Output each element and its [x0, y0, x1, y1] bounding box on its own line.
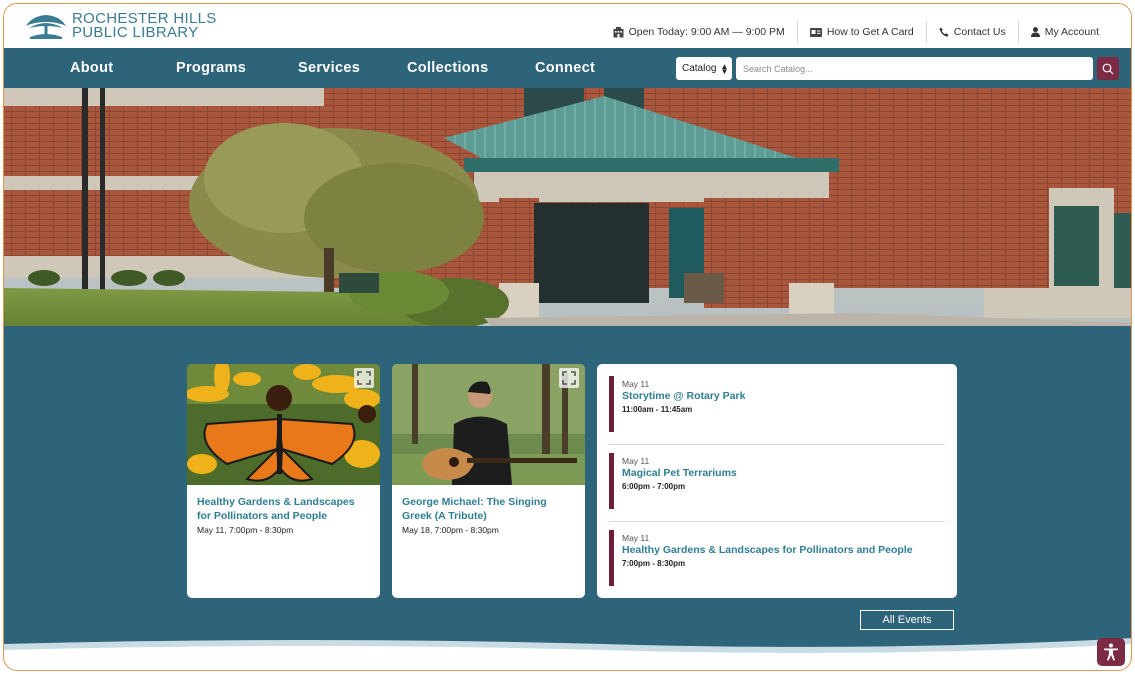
search-icon [1102, 63, 1114, 74]
event-date: May 11 [622, 379, 650, 389]
list-item[interactable]: May 11 Healthy Gardens & Landscapes for … [609, 530, 945, 588]
event-image-butterfly [187, 364, 380, 485]
tree-logo-icon [26, 15, 66, 39]
hours-link[interactable]: Open Today: 9:00 AM — 9:00 PM [601, 22, 797, 42]
contact-link[interactable]: Contact Us [927, 22, 1018, 42]
nav-programs[interactable]: Programs [176, 60, 246, 76]
hero-image-library-building [4, 88, 1131, 338]
search-button[interactable] [1097, 57, 1119, 80]
nav-connect[interactable]: Connect [535, 60, 595, 76]
event-title[interactable]: Healthy Gardens & Landscapes for Pollina… [197, 495, 370, 523]
event-image-guitarist [392, 364, 585, 485]
user-icon [1030, 27, 1040, 37]
my-account-text: My Account [1044, 26, 1099, 38]
id-card-icon [809, 27, 822, 37]
all-events-button[interactable]: All Events [860, 610, 954, 630]
search-scope-value: Catalog [682, 63, 717, 74]
library-logo[interactable]: ROCHESTER HILLS PUBLIC LIBRARY [24, 11, 217, 41]
nav-about[interactable]: About [70, 60, 113, 76]
event-time: 6:00pm - 7:00pm [622, 482, 686, 491]
list-item[interactable]: May 11 Magical Pet Terrariums 6:00pm - 7… [609, 453, 945, 511]
guitarist-photo [392, 364, 585, 485]
upcoming-events-list: May 11 Storytime @ Rotary Park 11:00am -… [597, 364, 957, 598]
divider [609, 521, 945, 522]
expand-icon[interactable] [559, 368, 579, 388]
library-building-photo [4, 88, 1131, 338]
event-time: 11:00am - 11:45am [622, 405, 693, 414]
search-scope-select[interactable]: Catalog ▲ ▼ [676, 57, 732, 80]
hours-text: Open Today: 9:00 AM — 9:00 PM [628, 26, 785, 38]
sort-arrows-icon: ▲ ▼ [720, 61, 729, 76]
event-card[interactable]: Healthy Gardens & Landscapes for Pollina… [187, 364, 380, 598]
event-date: May 11 [622, 533, 650, 543]
catalog-search-input[interactable] [736, 57, 1093, 80]
card-link-text: How to Get A Card [826, 26, 914, 38]
accessibility-icon [1104, 643, 1118, 661]
library-card-link[interactable]: How to Get A Card [798, 22, 926, 42]
page-frame: ROCHESTER HILLS PUBLIC LIBRARY Open Toda… [3, 3, 1132, 671]
wave-divider [4, 638, 1131, 656]
contact-link-text: Contact Us [953, 26, 1006, 38]
top-bar: ROCHESTER HILLS PUBLIC LIBRARY Open Toda… [4, 4, 1131, 48]
event-title[interactable]: Storytime @ Rotary Park [622, 390, 945, 402]
divider [609, 444, 945, 445]
expand-icon[interactable] [354, 368, 374, 388]
monarch-butterfly-photo [187, 364, 380, 485]
nav-collections[interactable]: Collections [407, 60, 488, 76]
building-icon [613, 26, 624, 37]
event-title[interactable]: Healthy Gardens & Landscapes for Pollina… [622, 544, 945, 556]
event-title[interactable]: Magical Pet Terrariums [622, 467, 945, 479]
event-date: May 11 [622, 456, 650, 466]
nav-services[interactable]: Services [298, 60, 360, 76]
event-date: May 18, 7:00pm - 8:30pm [402, 525, 499, 535]
event-date: May 11, 7:00pm - 8:30pm [197, 525, 294, 535]
main-nav: About Programs Services Collections Conn… [4, 48, 1131, 88]
event-time: 7:00pm - 8:30pm [622, 559, 686, 568]
logo-line-2: PUBLIC LIBRARY [72, 24, 199, 41]
events-section: Healthy Gardens & Landscapes for Pollina… [4, 326, 1131, 656]
list-item[interactable]: May 11 Storytime @ Rotary Park 11:00am -… [609, 376, 945, 434]
my-account-link[interactable]: My Account [1019, 22, 1111, 42]
accessibility-button[interactable] [1097, 638, 1125, 666]
event-title[interactable]: George Michael: The Singing Greek (A Tri… [402, 495, 575, 523]
phone-icon [939, 27, 949, 37]
event-card[interactable]: George Michael: The Singing Greek (A Tri… [392, 364, 585, 598]
utility-links: Open Today: 9:00 AM — 9:00 PM How to Get… [601, 21, 1111, 43]
